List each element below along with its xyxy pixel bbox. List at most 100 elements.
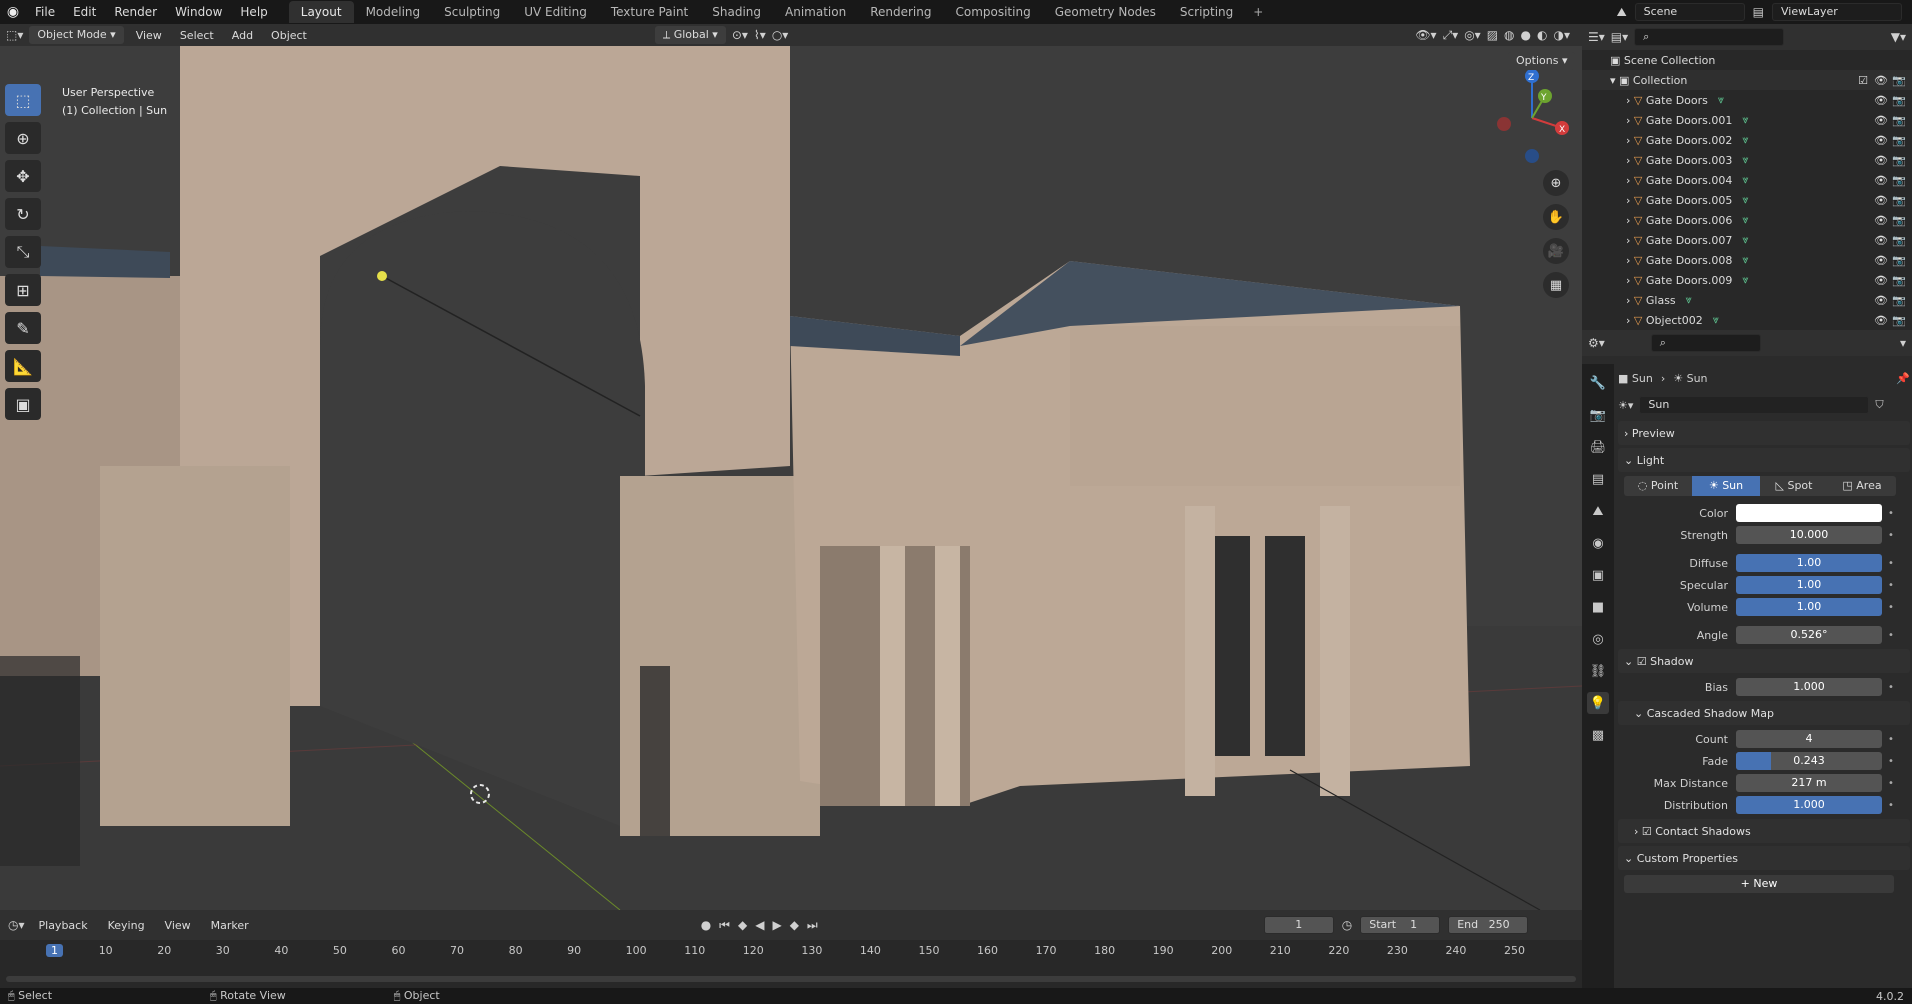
jump-start-icon[interactable]: ⏮ xyxy=(719,918,730,933)
bias-field[interactable]: 1.000 xyxy=(1736,678,1882,696)
outliner-item[interactable]: › ▽ Gate Doors.008 ⩔ 👁 📷 xyxy=(1582,250,1912,270)
camera-icon[interactable]: 📷 xyxy=(1892,214,1906,227)
chevron-right-icon[interactable]: › xyxy=(1626,174,1634,187)
view-layer-tab-icon[interactable]: ▤ xyxy=(1587,468,1609,490)
chevron-right-icon[interactable]: › xyxy=(1626,94,1634,107)
prev-key-icon[interactable]: ◆ xyxy=(738,918,747,932)
shield-icon[interactable]: ⛉ xyxy=(1875,398,1883,412)
menu-render[interactable]: Render xyxy=(105,5,166,19)
constraints-tab-icon[interactable]: ⛓ xyxy=(1587,660,1609,682)
select-box-icon[interactable]: ⬚ xyxy=(5,84,41,116)
proportional-edit-icon[interactable]: ○▾ xyxy=(772,28,789,42)
eye-icon[interactable]: 👁 xyxy=(1874,134,1888,147)
camera-icon[interactable]: 📷 xyxy=(1892,274,1906,287)
eye-icon[interactable]: 👁 xyxy=(1874,114,1888,127)
sun-icon[interactable]: ☀▾ xyxy=(1618,399,1633,412)
outliner-item[interactable]: › ▽ Gate Doors.006 ⩔ 👁 📷 xyxy=(1582,210,1912,230)
light-panel[interactable]: ⌄ Light xyxy=(1618,448,1910,472)
mesh-data-icon[interactable]: ⩔ xyxy=(1742,173,1748,187)
tab-animation[interactable]: Animation xyxy=(773,1,858,23)
shading-solid-icon[interactable]: ● xyxy=(1521,28,1531,42)
outliner-item[interactable]: › ▽ Gate Doors.004 ⩔ 👁 📷 xyxy=(1582,170,1912,190)
outliner-search[interactable]: ⌕ xyxy=(1634,28,1785,46)
camera-icon[interactable]: 📷 xyxy=(1892,254,1906,267)
tab-layout[interactable]: Layout xyxy=(288,1,354,23)
menu-select[interactable]: Select xyxy=(174,29,220,42)
strength-field[interactable]: 10.000 xyxy=(1736,526,1882,544)
camera-icon[interactable]: 📷 xyxy=(1892,294,1906,307)
chevron-right-icon[interactable]: › xyxy=(1626,234,1634,247)
properties-search[interactable]: ⌕ xyxy=(1650,334,1761,352)
menu-file[interactable]: File xyxy=(26,5,64,19)
tab-texture-paint[interactable]: Texture Paint xyxy=(599,1,700,23)
3d-viewport[interactable]: Z X Y User Perspective (1) Collection | … xyxy=(0,46,1582,910)
tab-geometry-nodes[interactable]: Geometry Nodes xyxy=(1043,1,1168,23)
chevron-right-icon[interactable]: › xyxy=(1626,154,1634,167)
pan-hand-icon[interactable]: ✋ xyxy=(1543,204,1569,230)
new-button[interactable]: + New xyxy=(1624,875,1894,893)
camera-icon[interactable]: 📷 xyxy=(1892,234,1906,247)
menu-marker[interactable]: Marker xyxy=(205,919,255,932)
distribution-slider[interactable]: 1.000 xyxy=(1736,796,1882,814)
mesh-data-icon[interactable]: ⩔ xyxy=(1742,233,1748,247)
add-cube-tool-icon[interactable]: ▣ xyxy=(5,388,41,420)
filter-icon[interactable]: ▼▾ xyxy=(1891,30,1906,44)
outliner-item[interactable]: › ▽ Gate Doors ⩔ 👁 📷 xyxy=(1582,90,1912,110)
play-reverse-icon[interactable]: ◀ xyxy=(755,918,764,932)
viewlayer-field[interactable]: ViewLayer xyxy=(1772,3,1902,21)
current-frame-field[interactable]: 1 xyxy=(1263,916,1334,934)
eye-icon[interactable]: 👁 xyxy=(1874,94,1888,107)
mesh-data-icon[interactable]: ⩔ xyxy=(1742,253,1748,267)
eye-icon[interactable]: 👁 xyxy=(1874,294,1888,307)
mesh-data-icon[interactable]: ⩔ xyxy=(1742,273,1748,287)
chevron-right-icon[interactable]: › xyxy=(1626,114,1634,127)
fade-slider[interactable]: 0.243 xyxy=(1736,752,1882,770)
outliner-item[interactable]: › ▽ Gate Doors.002 ⩔ 👁 📷 xyxy=(1582,130,1912,150)
outliner-item[interactable]: › ▽ Gate Doors.003 ⩔ 👁 📷 xyxy=(1582,150,1912,170)
shadow-panel[interactable]: ⌄ ☑ Shadow xyxy=(1618,649,1910,673)
stopwatch-icon[interactable]: ◷ xyxy=(1342,918,1352,932)
outliner-item[interactable]: › ▽ Gate Doors.009 ⩔ 👁 📷 xyxy=(1582,270,1912,290)
timeline-scrollbar[interactable] xyxy=(6,976,1576,982)
chevron-right-icon[interactable]: › xyxy=(1626,314,1634,327)
editor-type-icon[interactable]: ⬚▾ xyxy=(6,28,23,42)
mesh-data-icon[interactable]: ⩔ xyxy=(1718,93,1724,107)
tab-compositing[interactable]: Compositing xyxy=(943,1,1042,23)
tab-sculpting[interactable]: Sculpting xyxy=(432,1,512,23)
camera-icon[interactable]: 📷 xyxy=(1892,114,1906,127)
preview-panel[interactable]: › Preview xyxy=(1618,421,1910,445)
timeline-scrubber[interactable]: 1 10 20 30 40 50 60 70 80 90 100 110 120 130 140 150 160… xyxy=(0,940,1582,988)
camera-icon[interactable]: 📷 xyxy=(1892,194,1906,207)
custom-properties-panel[interactable]: ⌄ Custom Properties xyxy=(1618,846,1910,870)
mode-dropdown[interactable]: Object Mode ▾ xyxy=(29,26,124,44)
tool-tab-icon[interactable]: 🔧 xyxy=(1587,372,1609,394)
light-type-point[interactable]: ◌ Point xyxy=(1624,476,1692,496)
light-type-spot[interactable]: ◺ Spot xyxy=(1760,476,1828,496)
menu-add[interactable]: Add xyxy=(226,29,259,42)
angle-field[interactable]: 0.526° xyxy=(1736,626,1882,644)
outliner-item[interactable]: › ▽ Gate Doors.007 ⩔ 👁 📷 xyxy=(1582,230,1912,250)
measure-tool-icon[interactable]: 📐 xyxy=(5,350,41,382)
collection-row[interactable]: ▾ ▣ Collection ☑ 👁 📷 xyxy=(1582,70,1912,90)
contact-shadows-panel[interactable]: › ☑ Contact Shadows xyxy=(1618,819,1910,843)
tab-modeling[interactable]: Modeling xyxy=(354,1,433,23)
mesh-data-icon[interactable]: ⩔ xyxy=(1742,193,1748,207)
snap-icon[interactable]: ⌇▾ xyxy=(754,28,766,42)
mesh-data-icon[interactable]: ⩔ xyxy=(1713,313,1719,327)
datablock-name-field[interactable]: Sun xyxy=(1639,396,1870,414)
end-frame-field[interactable]: End 250 xyxy=(1448,916,1529,934)
visibility-icon[interactable]: 👁▾ xyxy=(1415,28,1436,42)
camera-icon[interactable]: 📷 xyxy=(1892,174,1906,187)
camera-view-icon[interactable]: 🎥 xyxy=(1543,238,1569,264)
scale-tool-icon[interactable]: ⤡ xyxy=(5,236,41,268)
camera-icon[interactable]: 📷 xyxy=(1892,94,1906,107)
menu-help[interactable]: Help xyxy=(231,5,276,19)
outliner-item[interactable]: › ▽ Gate Doors.001 ⩔ 👁 📷 xyxy=(1582,110,1912,130)
pivot-icon[interactable]: ⊙▾ xyxy=(732,28,748,42)
tab-rendering[interactable]: Rendering xyxy=(858,1,943,23)
zoom-icon[interactable]: ⊕ xyxy=(1543,170,1569,196)
checkbox-icon[interactable]: ☑ xyxy=(1637,655,1647,668)
camera-icon[interactable]: 📷 xyxy=(1892,74,1906,87)
add-workspace-icon[interactable]: + xyxy=(1245,5,1271,19)
display-mode-icon[interactable]: ▤▾ xyxy=(1611,30,1628,44)
